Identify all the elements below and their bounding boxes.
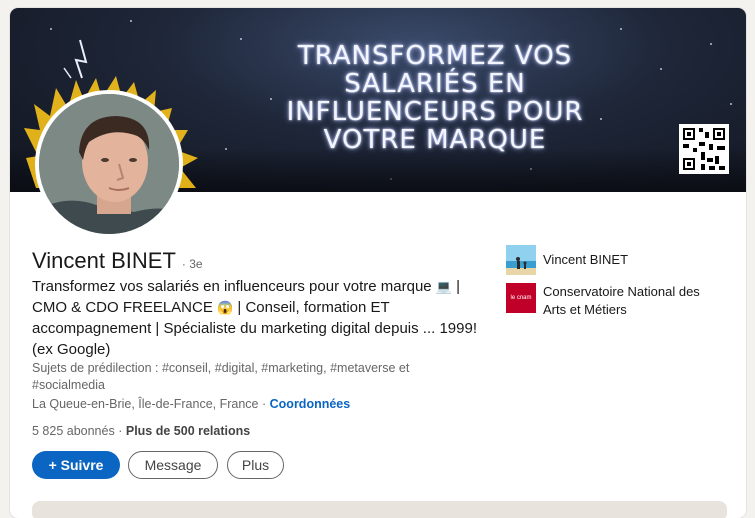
contact-info-link[interactable]: Coordonnées	[270, 397, 351, 411]
sidebar-item-label: Vincent BINET	[543, 252, 629, 267]
location-row: La Queue-en-Brie, Île-de-France, France …	[32, 397, 350, 411]
beach-photo-logo	[506, 245, 536, 275]
shocked-face-icon: 😱	[217, 300, 234, 315]
cnam-logo: le cnam	[506, 283, 536, 313]
profile-avatar[interactable]	[35, 90, 183, 238]
message-button[interactable]: Message	[128, 451, 218, 479]
sidebar-item-label: Conservatoire National des Arts et Métie…	[543, 284, 700, 317]
banner-slogan: TRANSFORMEZ VOS SALARIÉS EN INFLUENCEURS…	[286, 41, 584, 155]
connection-degree: · 3e	[181, 257, 203, 271]
network-stats: 5 825 abonnés · Plus de 500 relations	[32, 424, 250, 438]
portrait-photo	[39, 94, 179, 234]
headline-text-1: Transformez vos salariés en influenceurs…	[32, 278, 432, 295]
qr-code-icon	[679, 124, 729, 174]
follow-button[interactable]: + Suivre	[32, 451, 120, 479]
laptop-icon: 💻	[435, 279, 452, 294]
profile-headline: Transformez vos salariés en influenceurs…	[32, 276, 487, 360]
location-separator: ·	[261, 397, 267, 411]
stats-separator: ·	[118, 424, 123, 438]
more-button[interactable]: Plus	[227, 451, 284, 479]
sidebar-item-education[interactable]: le cnam Conservatoire National des Arts …	[506, 283, 723, 319]
name-row: Vincent BINET · 3e	[32, 248, 203, 274]
profile-topics: Sujets de prédilection : #conseil, #digi…	[32, 361, 410, 392]
connections-count[interactable]: Plus de 500 relations	[126, 424, 250, 438]
next-section-edge	[32, 501, 727, 518]
sidebar-item-current-company[interactable]: Vincent BINET	[506, 245, 628, 275]
followers-count[interactable]: 5 825 abonnés	[32, 424, 115, 438]
profile-name: Vincent BINET	[32, 248, 176, 273]
profile-location: La Queue-en-Brie, Île-de-France, France	[32, 397, 259, 411]
profile-card: TRANSFORMEZ VOS SALARIÉS EN INFLUENCEURS…	[10, 8, 746, 518]
cnam-logo-text: le cnam	[510, 295, 532, 301]
